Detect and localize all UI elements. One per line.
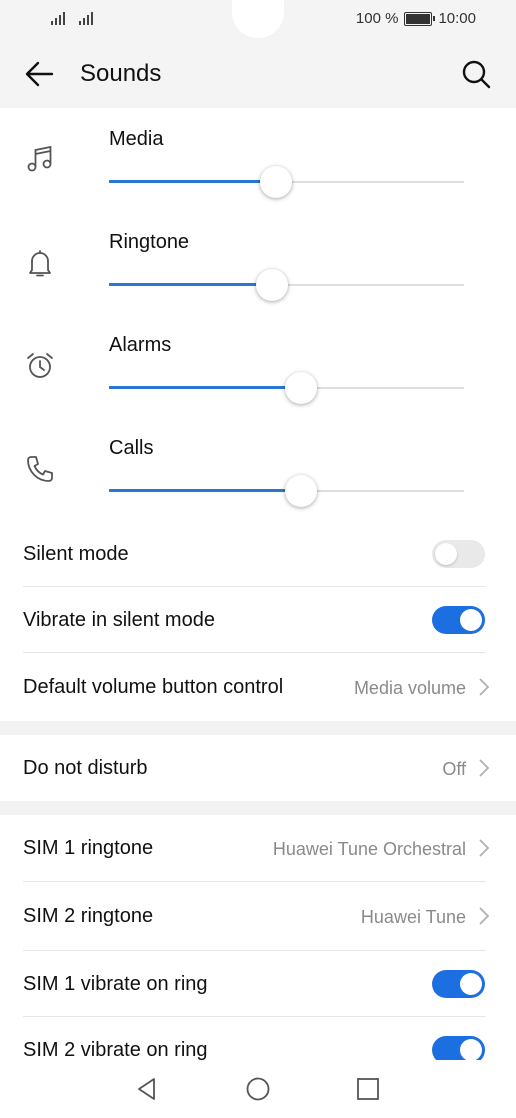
sim1-ringtone-row[interactable]: SIM 1 ringtone Huawei Tune Orchestral bbox=[0, 815, 516, 881]
sim2-vibrate-toggle[interactable] bbox=[432, 1036, 485, 1060]
vibrate-silent-toggle[interactable] bbox=[432, 606, 485, 634]
music-note-icon bbox=[27, 145, 52, 172]
slider-fill bbox=[109, 180, 276, 183]
bell-icon bbox=[29, 250, 51, 277]
volume-row-ringtone: Ringtone bbox=[0, 221, 516, 324]
volume-label: Calls bbox=[109, 437, 154, 459]
vibrate-silent-row[interactable]: Vibrate in silent mode bbox=[0, 587, 516, 653]
default-volume-row[interactable]: Default volume button control Media volu… bbox=[0, 653, 516, 721]
page-title: Sounds bbox=[80, 60, 162, 87]
status-bar: 100 % 10:00 bbox=[0, 0, 516, 40]
alarm-clock-icon bbox=[27, 353, 53, 378]
toggle-knob bbox=[460, 1039, 482, 1060]
row-value: Off bbox=[442, 759, 466, 779]
silent-mode-toggle[interactable] bbox=[432, 540, 485, 568]
signal-icon bbox=[51, 12, 65, 25]
slider-thumb[interactable] bbox=[284, 475, 317, 507]
section-gap bbox=[0, 721, 516, 735]
chevron-right-icon bbox=[479, 907, 490, 925]
row-value: Media volume bbox=[353, 678, 466, 698]
alarms-volume-slider[interactable] bbox=[109, 372, 464, 404]
calls-volume-slider[interactable] bbox=[109, 475, 464, 507]
volume-label: Ringtone bbox=[109, 231, 190, 253]
back-arrow-icon[interactable] bbox=[22, 56, 58, 92]
volume-row-calls: Calls bbox=[0, 427, 516, 530]
battery-percent: 100 % bbox=[355, 10, 399, 27]
search-icon[interactable] bbox=[458, 56, 494, 92]
app-header: Sounds bbox=[0, 40, 516, 108]
camera-notch bbox=[232, 0, 284, 38]
row-label: Do not disturb bbox=[23, 757, 148, 779]
volume-row-alarms: Alarms bbox=[0, 324, 516, 427]
nav-recents-icon[interactable] bbox=[355, 1076, 381, 1102]
toggle-knob bbox=[460, 973, 482, 995]
toggle-knob bbox=[435, 543, 457, 565]
row-label: SIM 1 ringtone bbox=[23, 837, 154, 859]
slider-fill bbox=[109, 283, 273, 286]
sim1-vibrate-row[interactable]: SIM 1 vibrate on ring bbox=[0, 951, 516, 1017]
chevron-right-icon bbox=[479, 678, 490, 696]
row-label: Default volume button control bbox=[23, 676, 284, 698]
row-label: Vibrate in silent mode bbox=[23, 609, 215, 631]
row-value: Huawei Tune Orchestral bbox=[272, 839, 466, 859]
navigation-bar bbox=[0, 1060, 516, 1118]
signal-icon bbox=[79, 12, 93, 25]
row-label: SIM 1 vibrate on ring bbox=[23, 973, 208, 995]
row-label: SIM 2 ringtone bbox=[23, 905, 154, 927]
section-gap bbox=[0, 801, 516, 815]
do-not-disturb-row[interactable]: Do not disturb Off bbox=[0, 735, 516, 801]
chevron-right-icon bbox=[479, 839, 490, 857]
battery-icon bbox=[404, 11, 436, 26]
sim1-vibrate-toggle[interactable] bbox=[432, 970, 485, 998]
silent-mode-row[interactable]: Silent mode bbox=[0, 521, 516, 587]
chevron-right-icon bbox=[479, 759, 490, 777]
clock: 10:00 bbox=[438, 10, 476, 27]
phone-icon bbox=[27, 456, 53, 482]
slider-thumb[interactable] bbox=[256, 269, 289, 301]
row-label: Silent mode bbox=[23, 543, 129, 565]
sim2-vibrate-row[interactable]: SIM 2 vibrate on ring bbox=[0, 1017, 516, 1060]
media-volume-slider[interactable] bbox=[109, 166, 464, 198]
nav-home-icon[interactable] bbox=[245, 1076, 271, 1102]
volume-label: Media bbox=[109, 128, 164, 150]
row-label: SIM 2 vibrate on ring bbox=[23, 1039, 208, 1060]
toggle-knob bbox=[460, 609, 482, 631]
slider-thumb[interactable] bbox=[284, 372, 317, 404]
status-right: 100 % 10:00 bbox=[356, 10, 476, 27]
slider-fill bbox=[109, 386, 301, 389]
ringtone-volume-slider[interactable] bbox=[109, 269, 464, 301]
slider-thumb[interactable] bbox=[259, 166, 292, 198]
row-value: Huawei Tune bbox=[360, 907, 466, 927]
volume-label: Alarms bbox=[109, 334, 172, 356]
slider-fill bbox=[109, 489, 301, 492]
nav-back-icon[interactable] bbox=[134, 1076, 160, 1102]
volume-row-media: Media bbox=[0, 118, 516, 221]
sim2-ringtone-row[interactable]: SIM 2 ringtone Huawei Tune bbox=[0, 882, 516, 950]
